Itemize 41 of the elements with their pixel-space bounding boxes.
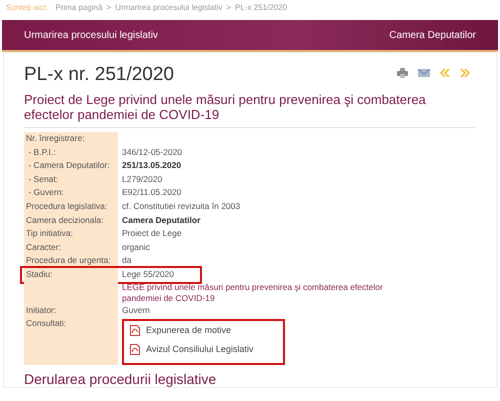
breadcrumb-label: Sunteți aici: <box>6 3 48 14</box>
field-value: Guvern <box>122 304 150 315</box>
header-title: Urmarirea procesului legislativ <box>24 30 158 40</box>
page-title: PL-x nr. 251/2020 <box>24 64 174 86</box>
previous-icon[interactable] <box>440 68 450 78</box>
bill-title: Proiect de Lege privind unele măsuri pentru prevenirea şi combaterea efectelor pandemiei de COVID-19 <box>24 92 427 122</box>
envelope-icon[interactable] <box>418 69 430 77</box>
field-value: Camera Deputatilor <box>122 214 200 225</box>
field-label: Procedura legislativa: <box>26 200 108 211</box>
field-value: 251/13.05.2020 <box>122 160 182 170</box>
field-label: - B.P.I.: <box>27 146 56 157</box>
section-heading: Derularea procedurii legislative <box>24 371 218 388</box>
field-value: 346/12-05-2020 <box>122 146 182 157</box>
pdf-icon <box>130 325 140 336</box>
field-label: Tip initiativa: <box>26 228 73 238</box>
document-link[interactable]: Expunerea de motive <box>146 324 232 338</box>
field-value: E92/11.05.2020 <box>122 187 182 198</box>
field-value: da <box>122 255 132 266</box>
field-label: Initiator: <box>26 304 56 315</box>
field-label: - Senat: <box>27 174 58 184</box>
pdf-icon <box>130 344 140 356</box>
field-value: Proiect de Lege <box>122 228 182 238</box>
field-label: - Guvern: <box>27 187 64 198</box>
next-icon[interactable] <box>460 68 470 78</box>
field-label: Procedura de urgenta: <box>26 255 111 266</box>
breadcrumb-separator: > <box>106 3 112 14</box>
field-label: Nr. înregistrare: <box>26 133 85 143</box>
field-value: cf. Constitutiei revizuita în 2003 <box>122 200 240 211</box>
law-link[interactable]: LEGE privind unele măsuri pentru prevenirea şi combaterea efectelor pandemiei de COVID-19 <box>122 282 476 304</box>
field-value: organic <box>122 242 150 252</box>
breadcrumb-separator: > <box>226 3 231 14</box>
header-site-name: Camera Deputatilor <box>389 30 476 40</box>
printer-icon[interactable] <box>397 68 408 78</box>
field-label: Stadiu: <box>26 268 52 279</box>
field-label: Camera decizionala: <box>26 214 104 225</box>
field-label: Caracter: <box>26 242 61 252</box>
field-label: Consultati: <box>26 318 66 328</box>
field-value: L279/2020 <box>122 174 162 184</box>
field-value: Lege 55/2020 <box>122 268 174 279</box>
field-label: - Camera Deputatilor: <box>27 160 110 170</box>
document-link[interactable]: Avizul Consiliului Legislativ <box>146 342 254 356</box>
